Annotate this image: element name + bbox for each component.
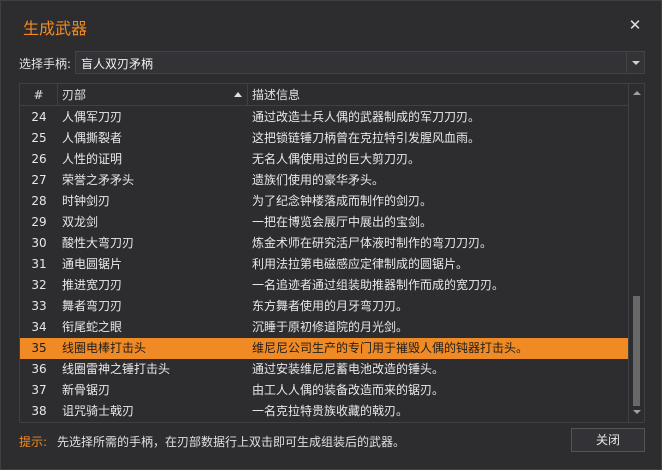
handle-select-label: 选择手柄:: [19, 57, 72, 71]
row-blade: 时钟剑刃: [62, 194, 111, 208]
scroll-down-icon[interactable]: [633, 410, 641, 414]
table-body: 24 人偶军刀刃 通过改造士兵人偶的武器制成的军刀刀刃。 25 人偶撕裂者 这把锁链锤刀…: [20, 107, 628, 422]
table-row[interactable]: 24 人偶军刀刃 通过改造士兵人偶的武器制成的军刀刀刃。: [20, 107, 628, 128]
row-description: 一把在博览会展厅中展出的宝剑。: [252, 215, 433, 229]
table-row[interactable]: 29 双龙剑 一把在博览会展厅中展出的宝剑。: [20, 212, 628, 233]
scrollbar-thumb[interactable]: [633, 296, 640, 406]
table-row[interactable]: 38 诅咒骑士戟刃 一名克拉特贵族收藏的戟刃。: [20, 401, 628, 422]
table-row[interactable]: 33 舞者弯刀刃 东方舞者使用的月牙弯刀刃。: [20, 296, 628, 317]
table-header: # 刃部 描述信息: [20, 84, 628, 106]
row-blade: 人偶军刀刃: [62, 110, 123, 124]
row-description: 这把锁链锤刀柄曾在克拉特引发腥风血雨。: [252, 131, 481, 145]
row-description: 无名人偶使用过的巨大剪刀刃。: [252, 152, 421, 166]
row-blade: 舞者弯刀刃: [62, 299, 123, 313]
dropdown-arrow-icon: [632, 61, 640, 65]
row-number: 36: [31, 362, 47, 376]
close-button[interactable]: 关闭: [571, 428, 645, 452]
row-blade: 推进宽刀刃: [62, 278, 123, 292]
table-row[interactable]: 31 通电圆锯片 利用法拉第电磁感应定律制成的圆锯片。: [20, 254, 628, 275]
row-description: 一名追迹者通过组装助推器制作而成的宽刀刃。: [252, 278, 505, 292]
row-blade: 新骨锯刃: [62, 383, 111, 397]
row-blade: 线圈电棒打击头: [62, 341, 147, 355]
row-number: 29: [31, 215, 47, 229]
row-number: 25: [31, 131, 47, 145]
row-number: 30: [31, 236, 47, 250]
row-blade: 诅咒骑士戟刃: [62, 404, 135, 418]
row-description: 遗族们使用的豪华矛头。: [252, 173, 385, 187]
row-number: 31: [31, 257, 47, 271]
sort-ascending-icon: [234, 92, 242, 97]
title-bar[interactable]: 生成武器 ✕: [1, 1, 661, 47]
blade-table[interactable]: # 刃部 描述信息 24 人偶军刀刃 通过改造士兵人偶的武器制成的军刀刀刃。 25 人…: [19, 83, 645, 423]
row-number: 35: [31, 341, 47, 355]
table-row[interactable]: 34 衔尾蛇之眼 沉睡于原初修道院的月光剑。: [20, 317, 628, 338]
row-description: 通过改造士兵人偶的武器制成的军刀刀刃。: [252, 110, 481, 124]
row-description: 利用法拉第电磁感应定律制成的圆锯片。: [252, 257, 469, 271]
vertical-scrollbar[interactable]: [628, 84, 644, 422]
column-header-description[interactable]: 描述信息: [248, 84, 628, 106]
table-row[interactable]: 36 线圈雷神之锤打击头 通过安装维尼尼蓄电池改造的锤头。: [20, 359, 628, 380]
dialog-title: 生成武器: [23, 19, 88, 38]
table-row[interactable]: 32 推进宽刀刃 一名追迹者通过组装助推器制作而成的宽刀刃。: [20, 275, 628, 296]
row-blade: 荣誉之矛矛头: [62, 173, 135, 187]
row-description: 沉睡于原初修道院的月光剑。: [252, 320, 409, 334]
table-row[interactable]: 35 线圈电棒打击头 维尼尼公司生产的专门用于摧毁人偶的钝器打击头。: [20, 338, 628, 359]
table-row[interactable]: 26 人性的证明 无名人偶使用过的巨大剪刀刃。: [20, 149, 628, 170]
table-row[interactable]: 25 人偶撕裂者 这把锁链锤刀柄曾在克拉特引发腥风血雨。: [20, 128, 628, 149]
generate-weapon-dialog: 生成武器 ✕ 选择手柄: 盲人双刃矛柄 # 刃部 描述信息 24 人偶军刀刃 通过改…: [0, 0, 662, 470]
row-description: 由工人人偶的装备改造而来的锯刃。: [252, 383, 445, 397]
row-number: 38: [31, 404, 47, 418]
row-description: 炼金术师在研究活尸体液时制作的弯刀刀刃。: [252, 236, 493, 250]
row-number: 32: [31, 278, 47, 292]
row-number: 26: [31, 152, 47, 166]
row-blade: 酸性大弯刀刃: [62, 236, 135, 250]
row-number: 33: [31, 299, 47, 313]
close-icon[interactable]: ✕: [627, 17, 643, 33]
row-blade: 通电圆锯片: [62, 257, 123, 271]
column-header-blade[interactable]: 刃部: [58, 84, 248, 106]
table-row[interactable]: 30 酸性大弯刀刃 炼金术师在研究活尸体液时制作的弯刀刀刃。: [20, 233, 628, 254]
row-number: 27: [31, 173, 47, 187]
row-blade: 人性的证明: [62, 152, 123, 166]
row-number: 34: [31, 320, 47, 334]
table-row[interactable]: 28 时钟剑刃 为了纪念钟楼落成而制作的剑刃。: [20, 191, 628, 212]
row-blade: 衔尾蛇之眼: [62, 320, 123, 334]
hint-label: 提示:: [19, 435, 48, 449]
row-description: 东方舞者使用的月牙弯刀刃。: [252, 299, 409, 313]
row-description: 一名克拉特贵族收藏的戟刃。: [252, 404, 409, 418]
row-blade: 人偶撕裂者: [62, 131, 123, 145]
handle-select[interactable]: 盲人双刃矛柄: [75, 51, 645, 74]
handle-select-dropdown-button[interactable]: [626, 52, 644, 73]
row-number: 24: [31, 110, 47, 124]
scroll-up-icon[interactable]: [633, 91, 641, 95]
row-blade: 双龙剑: [62, 215, 99, 229]
handle-select-value: 盲人双刃矛柄: [81, 57, 154, 71]
table-row[interactable]: 37 新骨锯刃 由工人人偶的装备改造而来的锯刃。: [20, 380, 628, 401]
column-header-blade-label: 刃部: [62, 88, 87, 102]
row-description: 维尼尼公司生产的专门用于摧毁人偶的钝器打击头。: [252, 341, 529, 355]
hint-text: 先选择所需的手柄，在刃部数据行上双击即可生成组装后的武器。: [57, 435, 406, 449]
column-header-number[interactable]: #: [20, 84, 58, 106]
row-number: 37: [31, 383, 47, 397]
row-description: 为了纪念钟楼落成而制作的剑刃。: [252, 194, 433, 208]
row-blade: 线圈雷神之锤打击头: [62, 362, 171, 376]
row-description: 通过安装维尼尼蓄电池改造的锤头。: [252, 362, 445, 376]
table-row[interactable]: 27 荣誉之矛矛头 遗族们使用的豪华矛头。: [20, 170, 628, 191]
row-number: 28: [31, 194, 47, 208]
